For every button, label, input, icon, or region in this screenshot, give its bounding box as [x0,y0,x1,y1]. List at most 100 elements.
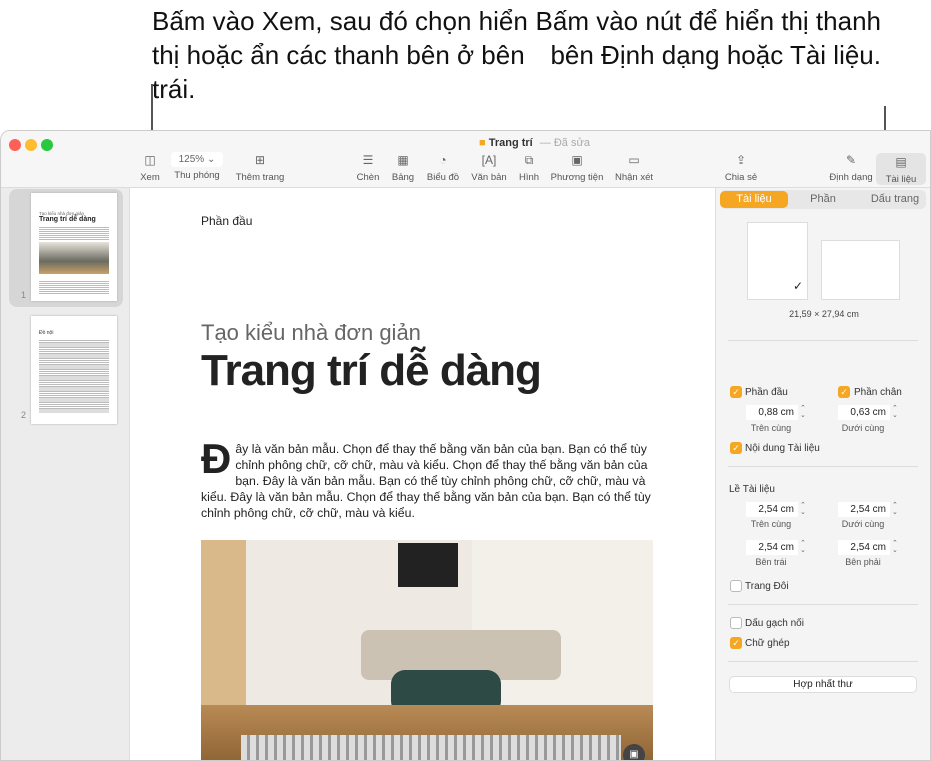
toolbar: ■ Trang trí — Đã sửa ◫ Xem 125% ⌄ Thu phón… [1,131,930,188]
header-label: Phần đầu [745,387,788,398]
title-text: Trang trí [488,137,533,149]
document-icon: ▤ [895,155,907,169]
zoom-value[interactable]: 125% ⌄ [171,152,223,167]
page-header[interactable]: Phần đầu [201,214,252,228]
body-text[interactable]: Đây là văn bản mẫu. Chọn để thay thế bằn… [201,435,661,521]
body-checkbox[interactable]: ✓ [730,442,742,454]
divider [728,340,918,341]
footer-checkbox[interactable]: ✓ [838,386,850,398]
page-thumbnails-sidebar: Tạo kiểu nhà đơn giản Trang trí dễ dàng … [1,188,130,760]
thumb-image [39,242,109,274]
drop-cap: Đ [201,435,232,482]
footer-sublabel: Dưới cùng [841,423,885,433]
tab-document[interactable]: Tài liệu [720,191,788,208]
footer-margin-field[interactable]: 0,63 cm [838,405,890,420]
table-button[interactable]: ▦ Bảng [388,153,418,183]
document-title[interactable]: Trang trí dễ dàng [201,346,542,396]
text-button[interactable]: [A] Văn bản [469,153,509,183]
header-checkbox[interactable]: ✓ [730,386,742,398]
callout-left: Bấm vào Xem, sau đó chọn hiển thị hoặc ẩ… [152,6,528,104]
right-sublabel: Bên phải [845,557,881,567]
photo-icon: ▣ [571,153,583,167]
pages-window: ■ Trang trí — Đã sửa ◫ Xem 125% ⌄ Thu phón… [0,130,931,761]
document-subtitle[interactable]: Tạo kiểu nhà đơn giản [201,320,421,346]
mail-merge-button[interactable]: Hợp nhất thư [729,676,917,693]
top-margin-field[interactable]: 2,54 cm [746,502,798,517]
page-thumbnail-1[interactable]: Tạo kiểu nhà đơn giản Trang trí dễ dàng [31,193,117,301]
top-margin-stepper[interactable]: ⌃ ⌄ [800,502,809,516]
document-button[interactable]: ▤ Tài liệu [876,153,926,185]
bottom-margin-stepper[interactable]: ⌃ ⌄ [892,502,901,516]
minimize-button[interactable] [25,139,37,151]
divider [728,661,918,662]
footer-stepper[interactable]: ⌃ ⌄ [892,405,901,419]
paintbrush-icon: ✎ [845,153,857,167]
add-page-button[interactable]: ⊞ Thêm trang [233,153,287,183]
header-stepper[interactable]: ⌃ ⌄ [800,405,809,419]
bottom-margin-field[interactable]: 2,54 cm [838,502,890,517]
chart-button[interactable]: ◔ Biểu đồ [423,153,463,183]
bottom-sublabel: Dưới cùng [841,519,885,529]
divider [728,466,918,467]
checkmark-icon: ✓ [792,279,803,293]
wall-art [398,543,458,587]
left-sublabel: Bên trái [755,557,787,567]
table-icon: ▦ [397,153,409,167]
right-margin-field[interactable]: 2,54 cm [838,540,890,555]
document-icon: ■ [479,137,486,149]
thumb-text [39,339,109,413]
thumb-heading: Đồ nội [39,330,54,336]
close-button[interactable] [9,139,21,151]
share-button[interactable]: ⇪ Chia sẻ [721,153,761,183]
top-sublabel: Trên cùng [750,519,792,529]
facing-pages-label: Trang Đôi [745,581,789,592]
format-button[interactable]: ✎ Định dạng [827,153,875,183]
sidebar-icon: ◫ [144,153,156,167]
document-inspector: Tài liệu Phần Dấu trang ✓ 21,59 × 27,94 … [715,188,930,760]
left-margin-field[interactable]: 2,54 cm [746,540,798,555]
hyphenation-checkbox[interactable] [730,617,742,629]
body-paragraph: ây là văn bản mẫu. Chọn để thay thế bằng… [201,442,651,520]
page-thumbnail-2[interactable]: Đồ nội [31,316,117,424]
edited-status: — Đã sửa [539,137,590,149]
tab-section[interactable]: Phần [788,191,858,208]
zoom-window-button[interactable] [41,139,53,151]
thumb-title: Trang trí dễ dàng [39,216,96,223]
document-canvas[interactable]: Phần đầu Tạo kiểu nhà đơn giản Trang trí… [131,188,715,760]
insert-icon: ☰ [362,153,374,167]
living-room-image[interactable]: ▣ [201,540,653,760]
comment-icon: ▭ [628,153,640,167]
window-title: ■ Trang trí — Đã sửa [479,137,590,149]
left-margin-stepper[interactable]: ⌃ ⌄ [800,540,809,554]
divider [728,604,918,605]
replace-image-icon[interactable]: ▣ [623,744,645,760]
page-number: 1 [21,290,27,300]
body-label: Nội dung Tài liệu [745,443,820,454]
landscape-orientation[interactable] [821,240,900,300]
media-button[interactable]: ▣ Phương tiện [549,153,605,183]
shape-icon: ⧉ [524,153,534,167]
plus-square-icon: ⊞ [254,153,266,167]
header-margin-field[interactable]: 0,88 cm [746,405,798,420]
ligatures-label: Chữ ghép [745,638,790,649]
view-button[interactable]: ◫ Xem [136,153,164,183]
right-margin-stepper[interactable]: ⌃ ⌄ [892,540,901,554]
portrait-orientation[interactable]: ✓ [747,222,808,300]
thumb-text [39,226,109,240]
facing-pages-checkbox[interactable] [730,580,742,592]
margins-title: Lề Tài liệu [729,484,775,495]
hyphenation-label: Dấu gạch nối [745,618,804,629]
header-sublabel: Trên cùng [750,423,792,433]
comment-button[interactable]: ▭ Nhận xét [611,153,657,183]
shape-button[interactable]: ⧉ Hình [515,153,543,183]
zoom-menu[interactable]: 125% ⌄ Thu phóng [169,152,225,181]
insert-button[interactable]: ☰ Chèn [353,153,383,183]
tab-bookmarks[interactable]: Dấu trang [860,191,930,208]
chart-icon: ◔ [439,153,447,167]
ligatures-checkbox[interactable]: ✓ [730,637,742,649]
thumb-text [39,280,109,294]
paper-size: 21,59 × 27,94 cm [789,309,859,319]
page-number: 2 [21,410,27,420]
callout-right: Bấm vào nút để hiển thị thanh bên Định d… [535,6,881,70]
footer-label: Phần chân [854,387,902,398]
